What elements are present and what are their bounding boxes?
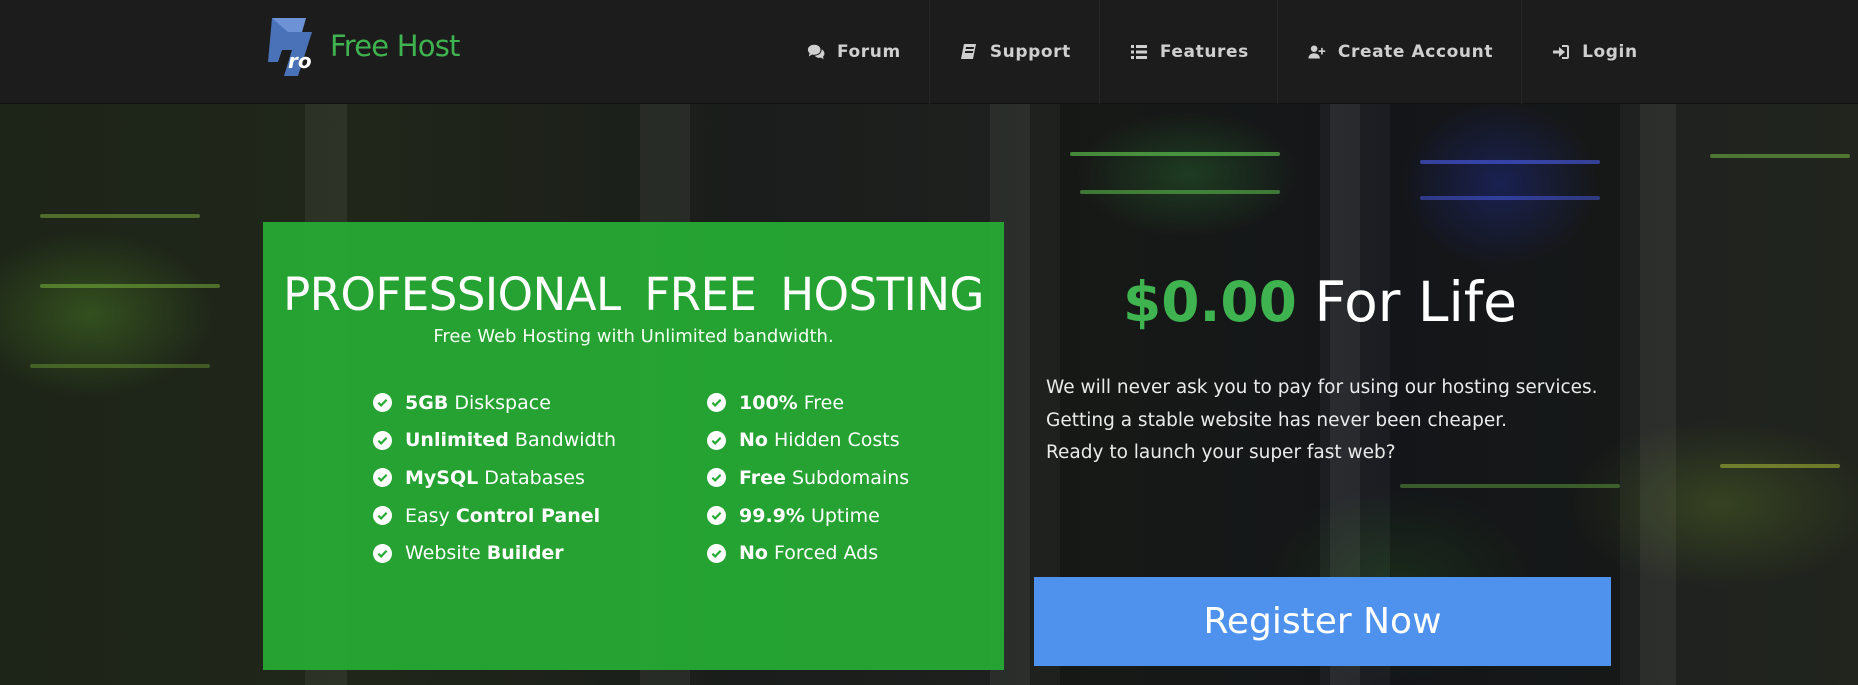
price-amount: $0.00	[1122, 270, 1297, 334]
pro-logo-icon: ro	[268, 18, 312, 76]
register-now-button[interactable]: Register Now	[1034, 577, 1611, 666]
user-plus-icon	[1306, 43, 1328, 61]
bg-led-strip	[1400, 484, 1620, 488]
pitch-line: We will never ask you to pay for using o…	[1046, 377, 1598, 398]
bg-led-strip	[1720, 464, 1840, 468]
check-circle-icon	[707, 430, 726, 450]
check-circle-icon	[373, 543, 392, 563]
bg-led-strip	[1710, 154, 1850, 158]
check-circle-icon	[707, 393, 726, 413]
feature-item: Unlimited Bandwidth	[373, 422, 616, 460]
bg-led-strip	[1070, 152, 1280, 156]
feature-item: Free Subdomains	[707, 459, 909, 497]
nav-login-label: Login	[1582, 42, 1638, 62]
nav-login[interactable]: Login	[1521, 0, 1666, 104]
nav-forum-label: Forum	[837, 42, 901, 62]
price-suffix: For Life	[1296, 270, 1517, 334]
nav-features-label: Features	[1159, 42, 1249, 62]
bg-led-strip	[1420, 196, 1600, 200]
feature-item: 100% Free	[707, 384, 909, 422]
nav-create-account-label: Create Account	[1337, 42, 1494, 62]
comments-icon	[805, 43, 827, 61]
feature-item: No Hidden Costs	[707, 422, 909, 460]
promo-card: PROFESSIONAL FREE HOSTING Free Web Hosti…	[263, 222, 1004, 670]
pitch-line: Ready to launch your super fast web?	[1046, 442, 1396, 463]
bg-led-strip	[1080, 190, 1280, 194]
feature-item: MySQL Databases	[373, 459, 616, 497]
bg-led-strip	[40, 284, 220, 288]
check-circle-icon	[707, 468, 726, 488]
pitch-text: We will never ask you to pay for using o…	[1046, 372, 1606, 470]
feature-item: No Forced Ads	[707, 534, 909, 572]
list-icon	[1128, 43, 1150, 61]
nav-support-label: Support	[989, 42, 1071, 62]
book-icon	[958, 43, 980, 61]
main-nav: Forum Support Features Create Account Lo…	[777, 0, 1666, 104]
nav-create-account[interactable]: Create Account	[1276, 0, 1521, 104]
bg-led-strip	[40, 214, 200, 218]
check-circle-icon	[373, 393, 392, 413]
hero-section: PROFESSIONAL FREE HOSTING Free Web Hosti…	[0, 104, 1858, 685]
feature-list-left: 5GB Diskspace Unlimited Bandwidth MySQL …	[373, 384, 616, 572]
nav-support[interactable]: Support	[928, 0, 1099, 104]
nav-features[interactable]: Features	[1098, 0, 1277, 104]
brand-link[interactable]: ro Free Host	[262, 16, 460, 76]
promo-subtitle: Free Web Hosting with Unlimited bandwidt…	[433, 326, 834, 347]
pitch-line: Getting a stable website has never been …	[1046, 409, 1508, 431]
check-circle-icon	[373, 430, 392, 450]
nav-forum[interactable]: Forum	[777, 0, 929, 104]
check-circle-icon	[707, 506, 726, 526]
check-circle-icon	[707, 543, 726, 563]
bg-pillar	[1640, 104, 1676, 685]
check-circle-icon	[373, 468, 392, 488]
top-navbar: ro Free Host Forum Support Features Crea…	[0, 0, 1858, 104]
logo-glyph: ro	[288, 49, 312, 73]
bg-led-strip	[1420, 160, 1600, 164]
feature-list-right: 100% Free No Hidden Costs Free Subdomain…	[707, 384, 909, 572]
bg-led-strip	[30, 364, 210, 368]
price-heading: $0.00 For Life	[1040, 270, 1600, 334]
feature-item: Easy Control Panel	[373, 497, 616, 535]
feature-item: Website Builder	[373, 534, 616, 572]
feature-item: 5GB Diskspace	[373, 384, 616, 422]
promo-title: PROFESSIONAL FREE HOSTING	[283, 268, 984, 321]
brand-name: Free Host	[330, 29, 460, 63]
sign-in-icon	[1550, 43, 1572, 61]
feature-item: 99.9% Uptime	[707, 497, 909, 535]
check-circle-icon	[373, 506, 392, 526]
